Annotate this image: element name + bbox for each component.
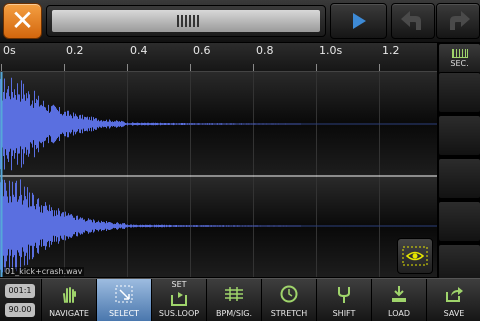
undo-arrow-icon xyxy=(401,11,421,30)
close-button[interactable]: ✕ xyxy=(3,3,42,39)
redo-arrow-icon xyxy=(450,11,470,30)
ruler-tick-label: 0.4 xyxy=(130,44,148,57)
ruler-tick-mark xyxy=(190,64,191,71)
ruler-tick-mark xyxy=(64,64,65,71)
select-arrow-icon xyxy=(115,285,133,303)
play-button[interactable] xyxy=(330,3,387,39)
view-toggle-button[interactable] xyxy=(397,238,433,274)
shift-label: SHIFT xyxy=(332,309,356,318)
sus-loop-label: SUS.LOOP xyxy=(158,309,200,318)
ruler-tick-label: 0.8 xyxy=(256,44,274,57)
clock-icon xyxy=(280,285,298,303)
side-panel-slot[interactable] xyxy=(438,158,480,199)
ruler-tick-mark xyxy=(253,64,254,71)
export-icon xyxy=(446,287,463,302)
load-label: LOAD xyxy=(388,309,410,318)
load-button[interactable]: LOAD xyxy=(371,279,426,321)
ruler-tick-mark xyxy=(316,64,317,71)
navigate-label: NAVIGATE xyxy=(49,309,89,318)
hand-icon xyxy=(63,287,76,303)
play-icon xyxy=(353,13,366,29)
redo-button[interactable] xyxy=(436,3,480,39)
position-scrubber[interactable] xyxy=(46,5,326,37)
scrubber-thumb[interactable] xyxy=(177,15,199,27)
ruler-tick-mark xyxy=(127,64,128,71)
ruler-tick-mark xyxy=(1,64,2,71)
set-label: SET xyxy=(171,280,187,289)
select-label: SELECT xyxy=(108,309,140,318)
tempo-grid-icon xyxy=(225,287,243,301)
bpm-sig-label: BPM/SIG. xyxy=(215,309,253,318)
side-panel-column xyxy=(438,72,480,285)
download-icon xyxy=(392,286,406,302)
fork-icon xyxy=(338,287,350,303)
undo-button[interactable] xyxy=(391,3,435,39)
time-unit-label: SEC. xyxy=(450,59,469,68)
scrubber-track xyxy=(52,10,320,32)
waveform-canvas xyxy=(0,72,437,277)
sus-loop-button[interactable]: SET SUS.LOOP xyxy=(151,279,206,321)
save-button[interactable]: SAVE xyxy=(426,279,480,321)
bottom-toolbar: 001:1 90.00 NAVIGATE SELECT SET SUS.LOOP… xyxy=(0,278,480,321)
shift-button[interactable]: SHIFT xyxy=(316,279,371,321)
position-display[interactable]: 001:1 90.00 xyxy=(0,279,40,321)
side-panel-slot[interactable] xyxy=(438,201,480,242)
ruler-icon xyxy=(451,49,468,58)
file-name-label: 01_kick+crash.wav xyxy=(3,267,85,276)
position-time: 001:1 xyxy=(5,284,35,298)
stretch-button[interactable]: STRETCH xyxy=(261,279,316,321)
ruler-tick-label: 0s xyxy=(3,44,16,57)
navigate-button[interactable]: NAVIGATE xyxy=(41,279,96,321)
ruler-tick-label: 1.2 xyxy=(382,44,400,57)
side-panel-slot[interactable] xyxy=(438,115,480,156)
eye-icon xyxy=(402,246,428,266)
close-icon: ✕ xyxy=(10,4,35,37)
tempo-value: 90.00 xyxy=(5,303,35,317)
bpm-sig-button[interactable]: BPM/SIG. xyxy=(206,279,261,321)
ruler-tick-label: 0.6 xyxy=(193,44,211,57)
stretch-label: STRETCH xyxy=(270,309,308,318)
ruler-tick-mark xyxy=(379,64,380,71)
time-ruler[interactable]: 0s 0.2 0.4 0.6 0.8 1.0s 1.2 xyxy=(0,43,437,72)
select-button[interactable]: SELECT xyxy=(96,279,151,321)
waveform-view[interactable] xyxy=(0,72,437,277)
loop-icon xyxy=(171,292,187,306)
side-panel-slot[interactable] xyxy=(438,72,480,113)
top-bar: ✕ xyxy=(0,0,480,43)
ruler-tick-label: 1.0s xyxy=(319,44,343,57)
time-unit-button[interactable]: SEC. xyxy=(438,43,480,74)
ruler-tick-label: 0.2 xyxy=(66,44,84,57)
save-label: SAVE xyxy=(443,309,465,318)
